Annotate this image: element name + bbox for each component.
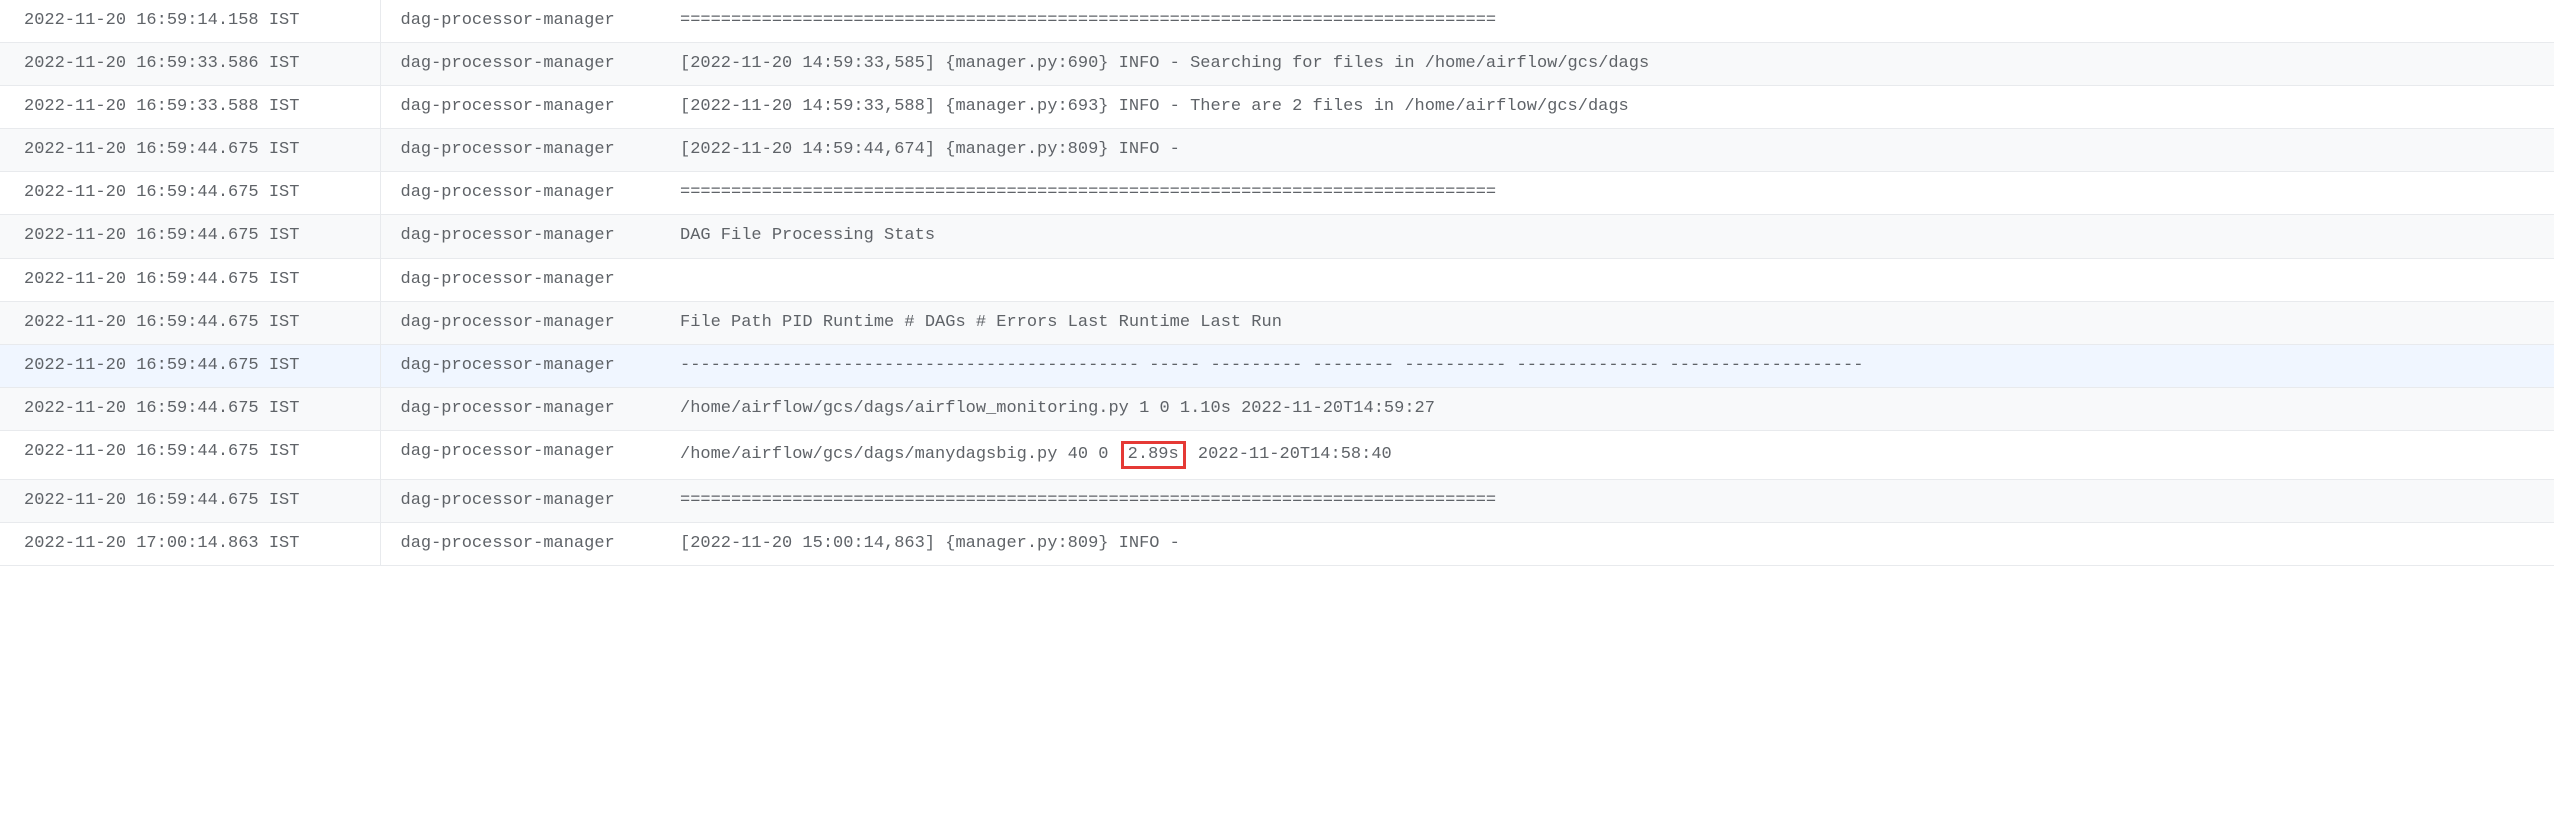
log-message: [2022-11-20 14:59:33,588] {manager.py:69… xyxy=(660,86,2554,129)
log-row[interactable]: 2022-11-20 16:59:44.675 ISTdag-processor… xyxy=(0,387,2554,430)
log-source: dag-processor-manager xyxy=(380,344,660,387)
log-message xyxy=(660,258,2554,301)
log-row[interactable]: 2022-11-20 16:59:44.675 ISTdag-processor… xyxy=(0,344,2554,387)
log-source: dag-processor-manager xyxy=(380,430,660,479)
log-source: dag-processor-manager xyxy=(380,86,660,129)
log-row[interactable]: 2022-11-20 16:59:14.158 ISTdag-processor… xyxy=(0,0,2554,43)
log-timestamp: 2022-11-20 16:59:44.675 IST xyxy=(0,430,380,479)
log-row[interactable]: 2022-11-20 16:59:44.675 ISTdag-processor… xyxy=(0,430,2554,479)
log-timestamp: 2022-11-20 16:59:33.586 IST xyxy=(0,43,380,86)
log-row[interactable]: 2022-11-20 17:00:14.863 ISTdag-processor… xyxy=(0,523,2554,566)
log-message: /home/airflow/gcs/dags/manydagsbig.py 40… xyxy=(660,430,2554,479)
log-source: dag-processor-manager xyxy=(380,523,660,566)
log-row[interactable]: 2022-11-20 16:59:44.675 ISTdag-processor… xyxy=(0,215,2554,258)
log-message: /home/airflow/gcs/dags/airflow_monitorin… xyxy=(660,387,2554,430)
log-source: dag-processor-manager xyxy=(380,215,660,258)
log-source: dag-processor-manager xyxy=(380,0,660,43)
log-message: ========================================… xyxy=(660,172,2554,215)
log-message: [2022-11-20 14:59:44,674] {manager.py:80… xyxy=(660,129,2554,172)
log-message: ========================================… xyxy=(660,0,2554,43)
log-timestamp: 2022-11-20 16:59:44.675 IST xyxy=(0,258,380,301)
log-row[interactable]: 2022-11-20 16:59:44.675 ISTdag-processor… xyxy=(0,129,2554,172)
log-row[interactable]: 2022-11-20 16:59:44.675 ISTdag-processor… xyxy=(0,172,2554,215)
log-message-post: 2022-11-20T14:58:40 xyxy=(1188,445,1392,464)
log-timestamp: 2022-11-20 16:59:33.588 IST xyxy=(0,86,380,129)
log-source: dag-processor-manager xyxy=(380,129,660,172)
log-message: DAG File Processing Stats xyxy=(660,215,2554,258)
log-timestamp: 2022-11-20 17:00:14.863 IST xyxy=(0,523,380,566)
log-message: ========================================… xyxy=(660,480,2554,523)
log-source: dag-processor-manager xyxy=(380,387,660,430)
highlight-box: 2.89s xyxy=(1121,441,1186,469)
log-message-pre: /home/airflow/gcs/dags/manydagsbig.py 40… xyxy=(680,445,1119,464)
log-timestamp: 2022-11-20 16:59:44.675 IST xyxy=(0,215,380,258)
log-table: 2022-11-20 16:59:14.158 ISTdag-processor… xyxy=(0,0,2554,566)
log-timestamp: 2022-11-20 16:59:44.675 IST xyxy=(0,172,380,215)
log-timestamp: 2022-11-20 16:59:44.675 IST xyxy=(0,129,380,172)
log-row[interactable]: 2022-11-20 16:59:33.586 ISTdag-processor… xyxy=(0,43,2554,86)
log-message: [2022-11-20 15:00:14,863] {manager.py:80… xyxy=(660,523,2554,566)
log-source: dag-processor-manager xyxy=(380,480,660,523)
log-timestamp: 2022-11-20 16:59:44.675 IST xyxy=(0,480,380,523)
log-message: File Path PID Runtime # DAGs # Errors La… xyxy=(660,301,2554,344)
log-row[interactable]: 2022-11-20 16:59:33.588 ISTdag-processor… xyxy=(0,86,2554,129)
log-source: dag-processor-manager xyxy=(380,172,660,215)
log-timestamp: 2022-11-20 16:59:44.675 IST xyxy=(0,344,380,387)
log-row[interactable]: 2022-11-20 16:59:44.675 ISTdag-processor… xyxy=(0,301,2554,344)
log-row[interactable]: 2022-11-20 16:59:44.675 ISTdag-processor… xyxy=(0,480,2554,523)
log-source: dag-processor-manager xyxy=(380,301,660,344)
log-source: dag-processor-manager xyxy=(380,258,660,301)
log-source: dag-processor-manager xyxy=(380,43,660,86)
log-tbody: 2022-11-20 16:59:14.158 ISTdag-processor… xyxy=(0,0,2554,566)
log-message: ----------------------------------------… xyxy=(660,344,2554,387)
log-message: [2022-11-20 14:59:33,585] {manager.py:69… xyxy=(660,43,2554,86)
log-timestamp: 2022-11-20 16:59:44.675 IST xyxy=(0,301,380,344)
log-timestamp: 2022-11-20 16:59:44.675 IST xyxy=(0,387,380,430)
log-row[interactable]: 2022-11-20 16:59:44.675 ISTdag-processor… xyxy=(0,258,2554,301)
log-timestamp: 2022-11-20 16:59:14.158 IST xyxy=(0,0,380,43)
